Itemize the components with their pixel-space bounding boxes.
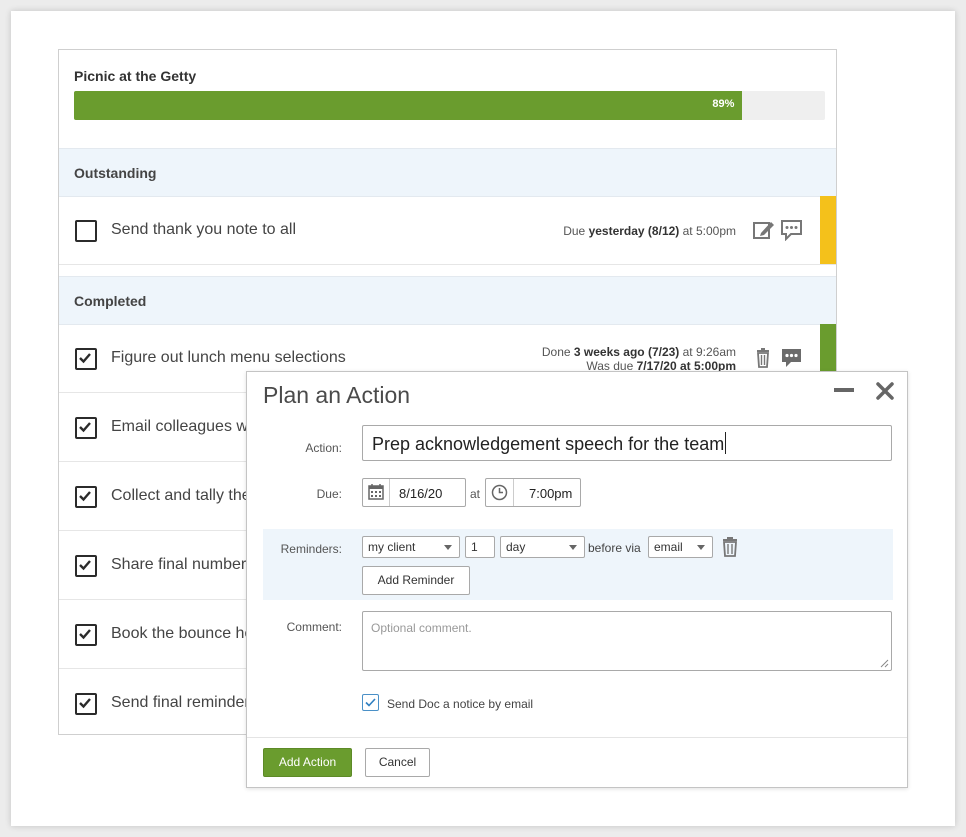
comment-label: Comment: [286,620,342,634]
comment-icon[interactable] [780,219,804,242]
task-title: Picnic at the Getty [74,68,197,84]
due-label: Due: [316,487,342,501]
comment-placeholder: Optional comment. [371,621,472,635]
reminder-unit-select[interactable]: day [500,536,585,558]
due-date-value: 8/16/20 [399,486,443,501]
footer-divider [247,737,907,738]
action-input[interactable]: Prep acknowledgement speech for the team [362,425,892,461]
at-label: at [470,487,481,501]
section-outstanding: Outstanding [59,148,836,197]
due-date-field[interactable]: 8/16/20 [362,478,466,507]
reminder-recipient-select[interactable]: my client [362,536,460,558]
chevron-down-icon [569,545,577,550]
task-label: Send final reminder [111,694,250,711]
reminder-amount-input[interactable]: 1 [465,536,495,558]
chevron-down-icon [444,545,452,550]
chevron-down-icon [697,545,705,550]
before-via-label: before via [588,541,641,555]
reminder-channel-value: email [654,540,683,554]
progress-fill: 89% [74,91,743,120]
close-icon[interactable] [876,382,894,405]
action-label: Action: [305,441,342,455]
task-checkbox[interactable] [75,348,97,370]
task-label: Send thank you note to all [111,221,297,238]
clock-icon[interactable] [486,479,514,506]
task-label: Share final numbers [111,556,255,573]
section-heading: Completed [74,293,147,309]
done-prefix: Done [541,345,574,359]
task-label: Figure out lunch menu selections [111,349,346,366]
task-label: Email colleagues w [111,418,248,435]
task-label: Collect and tally the [111,487,251,504]
reminder-recipient-value: my client [368,540,416,554]
delete-reminder-icon[interactable] [720,536,740,563]
due-time-value: 7:00pm [529,486,573,501]
add-reminder-button[interactable]: Add Reminder [362,566,470,595]
due-time-field[interactable]: 7:00pm [485,478,581,507]
reminders-label: Reminders: [280,542,342,556]
dialog-title: Plan an Action [263,382,411,408]
progress-label: 89% [712,98,735,110]
edit-icon[interactable] [752,219,776,241]
text-caret [725,432,727,454]
progress-bar: 89% [74,91,825,120]
task-checkbox[interactable] [75,555,97,577]
action-value: Prep acknowledgement speech for the team [372,434,725,454]
task-checkbox[interactable] [75,220,97,242]
due-info: Due yesterday (8/12) at 5:00pm [563,224,736,238]
minimize-icon[interactable] [834,388,854,392]
comment-textarea[interactable]: Optional comment. [362,611,892,671]
calendar-icon[interactable] [363,479,390,506]
notify-label[interactable]: Send Doc a notice by email [387,697,533,711]
due-prefix: Due [563,224,589,238]
comment-filled-icon[interactable] [780,347,804,369]
task-checkbox[interactable] [75,417,97,439]
plan-action-dialog: Plan an Action Action: Prep acknowledgem… [246,371,908,788]
done-info: Done 3 weeks ago (7/23) at 9:26am Was du… [542,345,736,373]
reminder-unit-value: day [506,540,526,554]
resize-handle-icon[interactable] [879,658,889,668]
trash-icon[interactable] [752,347,776,369]
section-heading: Outstanding [74,165,157,181]
done-time: at 9:26am [679,345,736,359]
due-time: at 5:00pm [679,224,736,238]
section-completed: Completed [59,276,836,325]
task-checkbox[interactable] [75,486,97,508]
reminder-amount-value: 1 [471,540,478,554]
task-label: Book the bounce ho [111,625,254,642]
task-row: Send thank you note to all Due yesterday… [59,196,836,265]
task-checkbox[interactable] [75,693,97,715]
notify-checkbox[interactable] [362,694,379,711]
status-stripe [820,196,836,264]
done-date: 3 weeks ago (7/23) [573,345,680,359]
cancel-button[interactable]: Cancel [365,748,430,777]
add-action-button[interactable]: Add Action [263,748,352,777]
due-date: yesterday (8/12) [588,224,680,238]
task-checkbox[interactable] [75,624,97,646]
reminder-channel-select[interactable]: email [648,536,713,558]
